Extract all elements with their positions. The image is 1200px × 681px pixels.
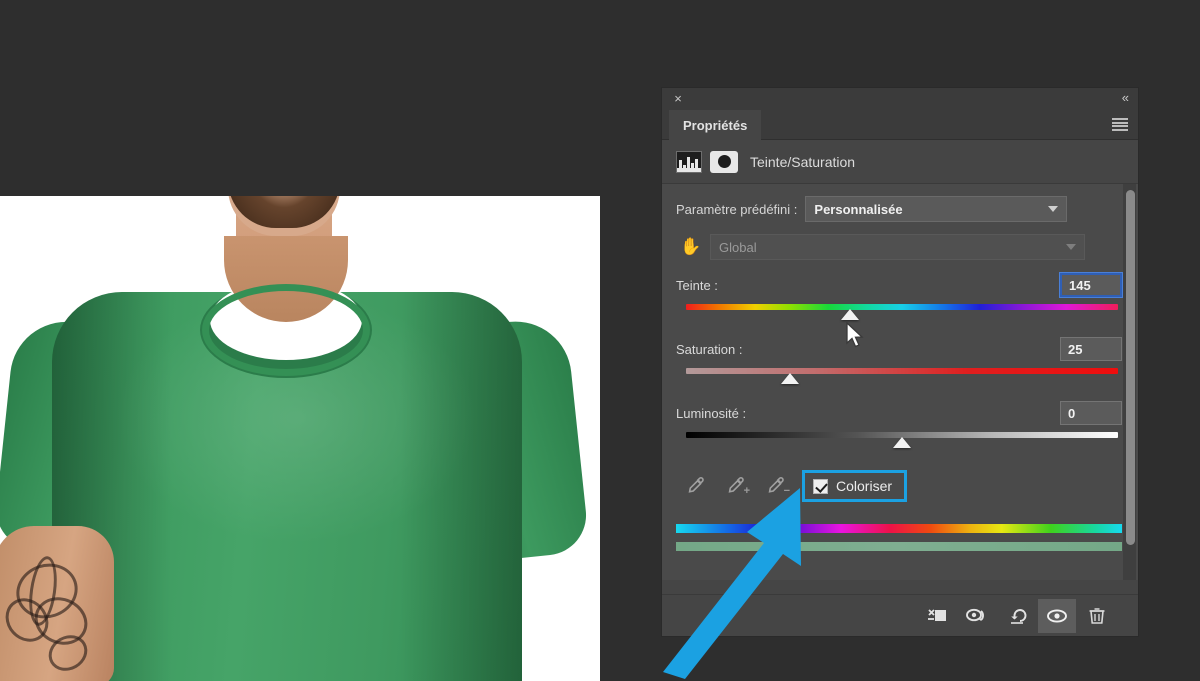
luminosite-slider[interactable] [676, 430, 1122, 458]
panel-footer-toolbar [662, 594, 1138, 636]
clip-to-layer-button[interactable] [918, 599, 956, 633]
slider-group-luminosite: Luminosité : 0 [676, 400, 1122, 458]
channel-row: ✋ Global [676, 234, 1122, 260]
saturation-label: Saturation : [676, 341, 743, 357]
adjustment-title: Teinte/Saturation [750, 153, 856, 170]
eyedropper-sign: + [743, 485, 750, 497]
saturation-value: 25 [1068, 341, 1083, 357]
screen: × « Propriétés Teinte/Saturation Paramèt… [0, 0, 1200, 681]
tab-label: Propriétés [683, 117, 748, 133]
teinte-handle[interactable] [841, 309, 860, 320]
eyedropper-add-icon[interactable]: + [716, 471, 756, 501]
chevron-down-icon [1066, 244, 1076, 250]
panel-scrollbar[interactable] [1123, 184, 1136, 580]
panel-body: Paramètre prédéfini : Personnalisée ✋ Gl… [662, 184, 1138, 580]
channel-value: Global [719, 239, 757, 255]
saturation-track[interactable] [686, 368, 1118, 374]
coloriser-highlight-box: Coloriser [802, 470, 908, 502]
luminosite-label: Luminosité : [676, 405, 747, 421]
luminosite-value: 0 [1068, 405, 1076, 421]
hue-range-bars [676, 524, 1122, 551]
delete-button[interactable] [1078, 599, 1116, 633]
preset-value: Personnalisée [814, 201, 903, 217]
tools-row: + − Coloriser [676, 466, 1122, 506]
preset-label: Paramètre prédéfini : [676, 201, 798, 217]
teinte-value: 145 [1069, 277, 1091, 293]
layer-mask-icon[interactable] [710, 150, 738, 173]
teinte-slider[interactable] [676, 302, 1122, 330]
toggle-preview-button[interactable] [958, 599, 996, 633]
luminosite-value-input[interactable]: 0 [1060, 401, 1122, 425]
channel-select[interactable]: Global [710, 234, 1085, 260]
panel-menu-icon[interactable] [1112, 118, 1128, 131]
eyedropper-subtract-icon[interactable]: − [756, 471, 796, 501]
panel-scrollbar-thumb[interactable] [1126, 190, 1135, 545]
document-canvas[interactable] [0, 196, 600, 681]
panel-tab-bar: Propriétés [662, 110, 1138, 140]
hue-saturation-adjustment-icon[interactable] [676, 150, 702, 173]
adjustment-header: Teinte/Saturation [662, 140, 1138, 184]
luminosite-handle[interactable] [893, 437, 911, 448]
close-icon[interactable]: × [670, 91, 686, 107]
slider-group-teinte: Teinte : 145 [676, 272, 1123, 330]
teinte-label: Teinte : [676, 277, 718, 293]
photo-shirt-shadow-right [400, 292, 522, 681]
saturation-slider[interactable] [676, 366, 1122, 394]
coloriser-checkbox[interactable] [813, 478, 828, 494]
panel-titlebar: × « [662, 88, 1138, 110]
visibility-button[interactable] [1038, 598, 1076, 633]
coloriser-label: Coloriser [836, 478, 893, 494]
on-image-adjust-hand-icon[interactable]: ✋ [676, 235, 706, 259]
saturation-value-input[interactable]: 25 [1060, 337, 1122, 361]
saturation-handle[interactable] [780, 373, 799, 384]
teinte-value-input[interactable]: 145 [1059, 272, 1123, 298]
properties-panel: × « Propriétés Teinte/Saturation Paramèt… [662, 88, 1138, 636]
preset-row: Paramètre prédéfini : Personnalisée [676, 196, 1122, 222]
eyedropper-sign: − [783, 485, 790, 497]
chevron-down-icon [1048, 206, 1059, 212]
eyedropper-sample-icon[interactable] [676, 471, 716, 501]
preset-select[interactable]: Personnalisée [805, 196, 1068, 222]
result-hue-bar[interactable] [676, 542, 1122, 551]
teinte-track[interactable] [686, 304, 1118, 310]
photo-collar-rim [202, 284, 370, 376]
reset-button[interactable] [998, 599, 1036, 633]
tab-proprietes[interactable]: Propriétés [669, 110, 762, 140]
collapse-panel-icon[interactable]: « [1122, 90, 1129, 106]
hue-spectrum-bar[interactable] [676, 524, 1122, 533]
slider-group-saturation: Saturation : 25 [676, 336, 1122, 394]
